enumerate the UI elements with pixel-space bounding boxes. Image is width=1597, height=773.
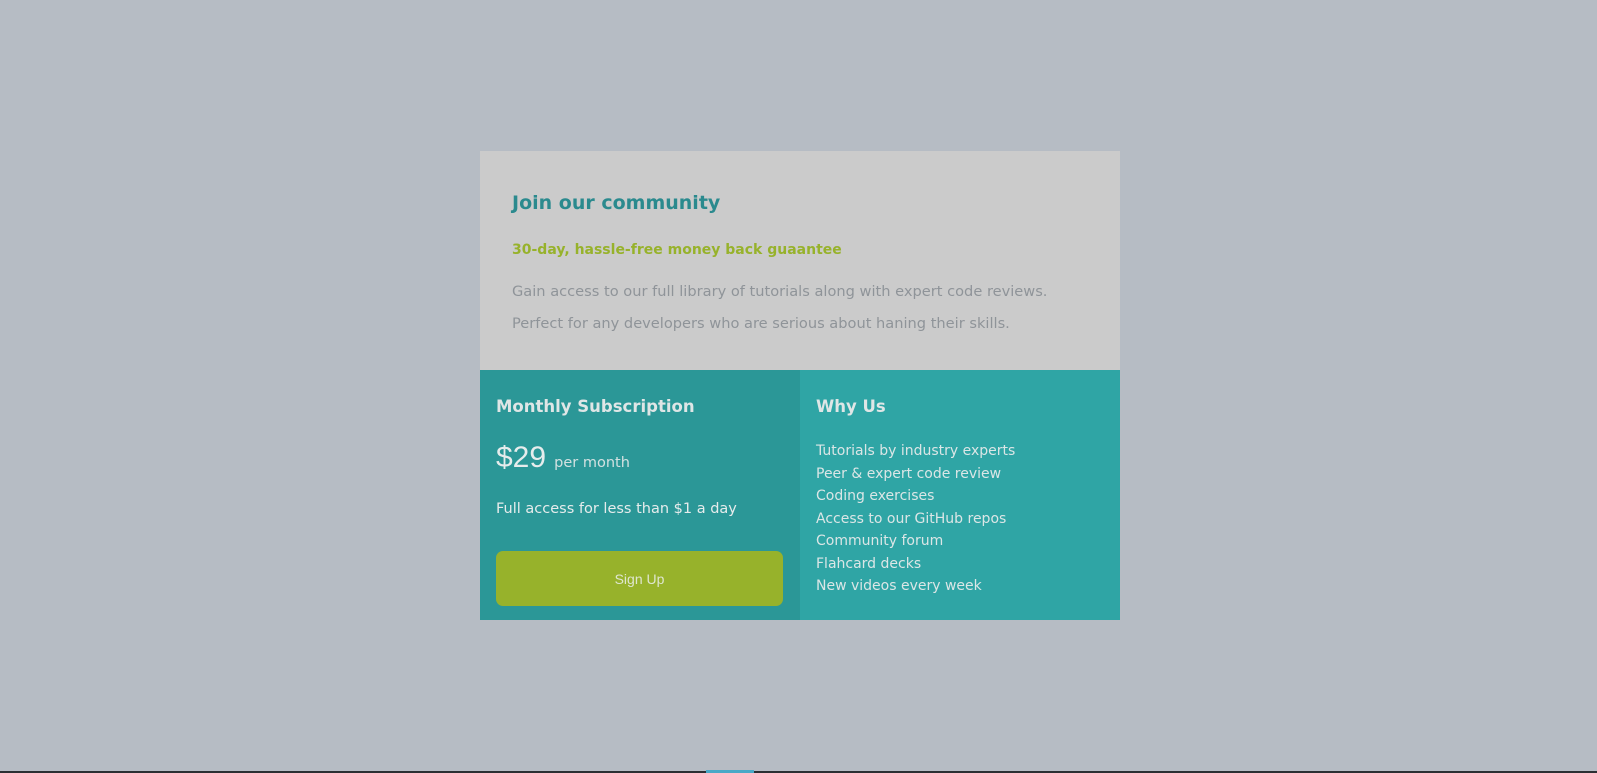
why-us-item: Community forum — [816, 533, 944, 549]
card-description: Gain access to our full library of tutor… — [512, 283, 1048, 332]
sign-up-button[interactable]: Sign Up — [496, 551, 783, 606]
why-us-panel: Why Us Tutorials by industry experts Pee… — [800, 370, 1120, 620]
subscription-heading: Monthly Subscription — [496, 397, 695, 416]
community-panel: Join our community 30-day, hassle-free m… — [480, 151, 1120, 370]
card-bottom: Monthly Subscription $29 per month Full … — [480, 370, 1120, 620]
page: Join our community 30-day, hassle-free m… — [0, 0, 1597, 773]
subscription-panel: Monthly Subscription $29 per month Full … — [480, 370, 800, 620]
why-us-item: Peer & expert code review — [816, 465, 1002, 482]
access-text: Full access for less than $1 a day — [496, 501, 737, 517]
why-us-item: Tutorials by industry experts — [816, 443, 1016, 459]
why-us-heading: Why Us — [816, 397, 886, 416]
why-us-list: Tutorials by industry experts Peer & exp… — [816, 440, 1104, 598]
pricing-card: Join our community 30-day, hassle-free m… — [480, 151, 1120, 620]
guarantee-text: 30-day, hassle-free money back guaantee — [512, 242, 842, 258]
why-us-item: Access to our GitHub repos — [816, 510, 1007, 527]
card-title: Join our community — [512, 192, 721, 214]
why-us-item: Flahcard decks — [816, 555, 922, 572]
price-row: $29 per month — [496, 441, 784, 480]
why-us-item: New videos every week — [816, 578, 982, 594]
price-period: per month — [554, 455, 630, 471]
why-us-item: Coding exercises — [816, 488, 935, 504]
price-amount: $29 — [496, 441, 547, 474]
